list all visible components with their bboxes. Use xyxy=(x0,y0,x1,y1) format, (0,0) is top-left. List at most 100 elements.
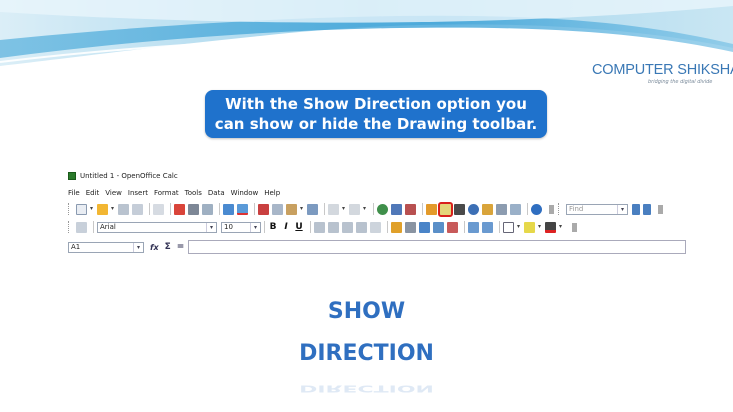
print-icon[interactable] xyxy=(188,203,199,215)
redo-icon[interactable] xyxy=(349,203,360,215)
menu-tools[interactable]: Tools xyxy=(185,189,202,197)
align-left-icon[interactable] xyxy=(314,221,325,233)
undo-dropdown-icon[interactable]: ▾ xyxy=(342,206,346,212)
clone-formatting-icon[interactable] xyxy=(307,203,318,215)
open-dropdown-icon[interactable]: ▾ xyxy=(111,206,115,212)
menu-data[interactable]: Data xyxy=(208,189,225,197)
menu-window[interactable]: Window xyxy=(231,189,259,197)
brand-name-part1: COMPUTER xyxy=(592,62,674,78)
toolbar-separator xyxy=(324,203,325,215)
spellcheck-icon[interactable] xyxy=(223,203,234,215)
function-button[interactable]: = xyxy=(177,242,185,252)
delete-decimal-icon[interactable] xyxy=(447,221,458,233)
name-box-dropdown-icon[interactable]: ▾ xyxy=(133,242,143,252)
find-overflow-icon[interactable] xyxy=(658,204,663,214)
align-right-icon[interactable] xyxy=(342,221,353,233)
menu-edit[interactable]: Edit xyxy=(86,189,100,197)
export-pdf-icon[interactable] xyxy=(174,203,185,215)
name-box[interactable]: A1 ▾ xyxy=(68,241,144,253)
toolbar-separator xyxy=(219,203,220,215)
formula-input[interactable] xyxy=(188,240,686,254)
toolbar-separator xyxy=(499,221,500,233)
heading-line2: DIRECTION xyxy=(299,341,434,366)
find-dropdown-icon[interactable]: ▾ xyxy=(617,204,627,214)
percent-format-icon[interactable] xyxy=(405,221,416,233)
menu-format[interactable]: Format xyxy=(154,189,179,197)
standard-format-icon[interactable] xyxy=(419,221,430,233)
window-titlebar: Untitled 1 - OpenOffice Calc xyxy=(68,170,178,182)
help-icon[interactable] xyxy=(531,203,542,215)
find-replace-icon[interactable] xyxy=(454,203,465,215)
toolbar-separator xyxy=(170,203,171,215)
gallery-icon[interactable] xyxy=(482,203,493,215)
underline-button[interactable]: U xyxy=(294,222,304,232)
paste-icon[interactable] xyxy=(286,203,297,215)
add-decimal-icon[interactable] xyxy=(433,221,444,233)
menu-file[interactable]: File xyxy=(68,189,80,197)
background-color-dropdown-icon[interactable]: ▾ xyxy=(538,224,542,230)
toolbar-separator xyxy=(310,221,311,233)
font-name-dropdown-icon[interactable]: ▾ xyxy=(206,222,216,232)
zoom-icon[interactable] xyxy=(510,203,521,215)
navigator-icon[interactable] xyxy=(468,203,479,215)
hyperlink-icon[interactable] xyxy=(377,203,388,215)
edit-file-icon[interactable] xyxy=(153,203,164,215)
data-sources-icon[interactable] xyxy=(496,203,507,215)
font-name-select[interactable]: Arial ▾ xyxy=(97,221,217,233)
brand-tagline: bridging the digital divide xyxy=(648,79,713,85)
menu-view[interactable]: View xyxy=(105,189,122,197)
menu-insert[interactable]: Insert xyxy=(128,189,148,197)
font-size-select[interactable]: 10 ▾ xyxy=(221,221,261,233)
find-input[interactable]: Find ▾ xyxy=(566,203,628,215)
increase-indent-icon[interactable] xyxy=(482,221,493,233)
find-previous-icon[interactable] xyxy=(643,203,651,215)
email-icon[interactable] xyxy=(132,203,143,215)
decrease-indent-icon[interactable] xyxy=(468,221,479,233)
show-draw-functions-icon[interactable] xyxy=(438,201,453,217)
align-center-icon[interactable] xyxy=(328,221,339,233)
undo-icon[interactable] xyxy=(328,203,339,215)
redo-dropdown-icon[interactable]: ▾ xyxy=(363,206,367,212)
styles-formatting-icon[interactable] xyxy=(76,221,87,233)
new-document-icon[interactable] xyxy=(76,203,87,215)
sum-button[interactable]: Σ xyxy=(165,242,171,252)
heading-reflection: DIRECTION xyxy=(299,382,434,394)
page-preview-icon[interactable] xyxy=(202,203,213,215)
menu-help[interactable]: Help xyxy=(264,189,280,197)
cut-icon[interactable] xyxy=(258,203,269,215)
toolbar-grip[interactable] xyxy=(68,203,72,215)
standard-toolbar: ▾ ▾ ▾ ▾ ▾ Find ▾ xyxy=(68,201,686,217)
font-size-dropdown-icon[interactable]: ▾ xyxy=(250,222,260,232)
save-icon[interactable] xyxy=(118,203,129,215)
function-wizard-button[interactable]: fx xyxy=(150,243,159,252)
merge-cells-icon[interactable] xyxy=(370,221,381,233)
formatting-overflow-icon[interactable] xyxy=(572,222,577,232)
copy-icon[interactable] xyxy=(272,203,283,215)
paste-dropdown-icon[interactable]: ▾ xyxy=(300,206,304,212)
toolbar-overflow-icon[interactable] xyxy=(549,204,554,214)
font-color-dropdown-icon[interactable]: ▾ xyxy=(559,224,563,230)
autospellcheck-icon[interactable] xyxy=(237,203,248,215)
italic-button[interactable]: I xyxy=(281,222,291,232)
callout-line1: With the Show Direction option you xyxy=(225,95,527,113)
sort-ascending-icon[interactable] xyxy=(391,203,402,215)
borders-icon[interactable] xyxy=(503,221,514,233)
sort-descending-icon[interactable] xyxy=(405,203,416,215)
find-next-icon[interactable] xyxy=(632,203,640,215)
chart-icon[interactable] xyxy=(426,203,437,215)
window-title: Untitled 1 - OpenOffice Calc xyxy=(80,172,178,180)
callout-box: With the Show Direction option you can s… xyxy=(205,90,547,138)
background-color-icon[interactable] xyxy=(524,221,535,233)
toolbar-grip[interactable] xyxy=(68,221,72,233)
borders-dropdown-icon[interactable]: ▾ xyxy=(517,224,521,230)
toolbar-separator xyxy=(527,203,528,215)
new-dropdown-icon[interactable]: ▾ xyxy=(90,206,94,212)
brand-name-part2: SHIKSHA xyxy=(677,62,733,78)
currency-format-icon[interactable] xyxy=(391,221,402,233)
callout-line2: can show or hide the Drawing toolbar. xyxy=(214,115,538,133)
bold-button[interactable]: B xyxy=(268,222,278,232)
font-color-icon[interactable] xyxy=(545,221,556,233)
justify-icon[interactable] xyxy=(356,221,367,233)
find-toolbar-grip[interactable] xyxy=(558,203,562,215)
open-folder-icon[interactable] xyxy=(97,203,108,215)
